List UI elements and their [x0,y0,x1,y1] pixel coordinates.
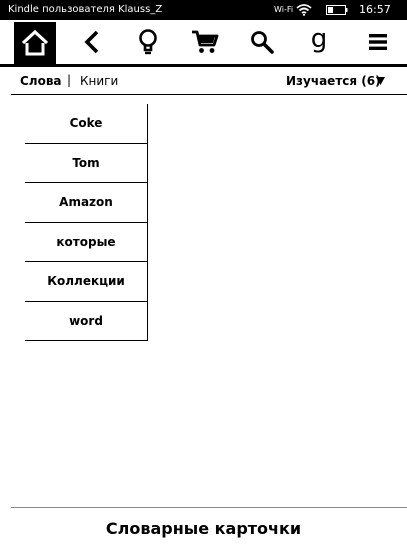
battery-icon [326,5,348,15]
menu-button[interactable] [358,22,398,62]
wifi-label: Wi-Fi [274,5,294,14]
search-icon [251,31,274,54]
word-list-item[interactable]: Tom [25,143,148,183]
tab-separator: | [67,73,72,87]
home-button[interactable] [14,22,56,64]
cart-button[interactable] [185,22,225,62]
back-icon [84,30,99,54]
lightbulb-icon [139,29,157,55]
status-bar: Kindle пользователя Klauss_Z Wi-Fi 16:57 [0,0,407,20]
goodreads-button[interactable]: g [299,22,339,62]
search-button[interactable] [242,22,282,62]
device-owner-title: Kindle пользователя Klauss_Z [8,4,163,15]
dropdown-arrow-icon[interactable] [376,77,385,85]
view-switcher: Слова | Книги Изучается (6) [0,67,407,95]
word-list-item[interactable]: Amazon [25,183,148,223]
tab-words[interactable]: Слова [20,74,62,89]
word-list: Coke Tom Amazon которые Коллекции word [25,104,148,341]
toolbar: g [0,20,407,66]
goodreads-icon: g [311,27,328,54]
word-list-item[interactable]: word [25,301,148,341]
cart-icon [192,30,219,53]
home-icon [21,30,49,56]
wifi-icon [296,4,312,16]
word-list-item[interactable]: Коллекции [25,262,148,302]
flashcards-button[interactable]: Словарные карточки [0,519,407,539]
subheader-divider [11,94,407,95]
footer-divider [11,507,407,508]
back-button[interactable] [72,22,112,62]
lightbulb-button[interactable] [128,22,168,62]
clock: 16:57 [359,3,391,16]
filter-dropdown[interactable]: Изучается (6) [286,74,381,89]
word-list-item[interactable]: Coke [25,104,148,144]
menu-icon [369,34,387,50]
word-list-item[interactable]: которые [25,222,148,262]
goodreads-glyph: g [311,27,328,54]
tab-books[interactable]: Книги [80,74,118,89]
